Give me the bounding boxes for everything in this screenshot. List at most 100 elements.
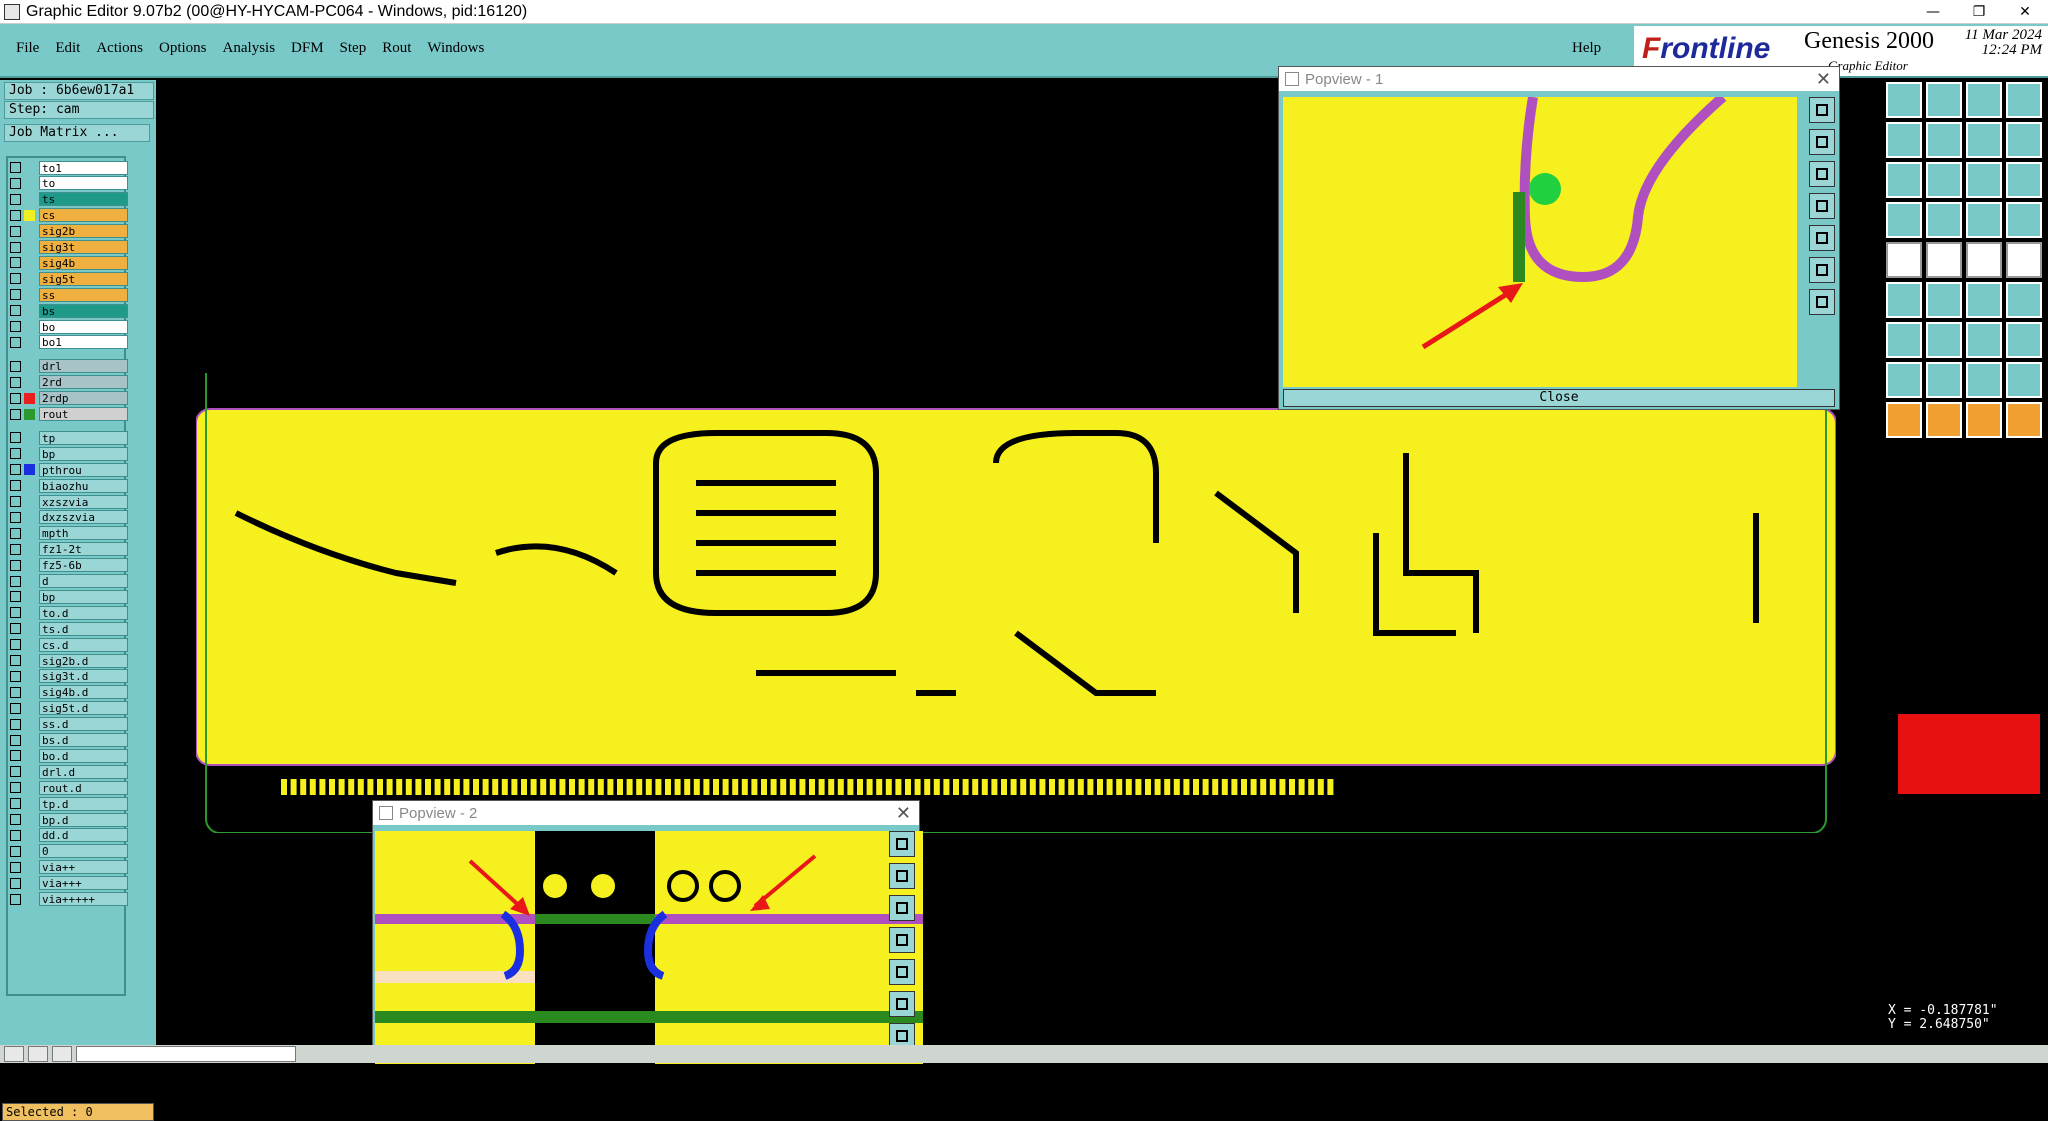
popview-tool-button[interactable] [889,831,915,857]
tool-button[interactable] [1966,282,2002,318]
popview-1-view[interactable] [1283,97,1797,387]
tool-button[interactable] [1926,162,1962,198]
popview-tool-button[interactable] [889,927,915,953]
tool-button[interactable] [2006,202,2042,238]
layer-checkbox[interactable] [10,798,21,810]
tool-button[interactable] [2006,322,2042,358]
layer-row[interactable]: 2rdp [10,391,128,406]
layer-row[interactable]: sig5t.d [10,701,128,716]
layer-checkbox[interactable] [10,750,21,762]
layer-row[interactable]: 2rd [10,375,128,390]
layer-checkbox[interactable] [10,766,21,778]
popview-2-close-icon[interactable]: ✕ [896,803,911,824]
tool-button[interactable] [1966,322,2002,358]
layer-checkbox[interactable] [10,305,21,317]
tool-button[interactable] [1966,402,2002,438]
tool-button[interactable] [1886,362,1922,398]
layer-row[interactable]: bs.d [10,733,128,748]
layer-row[interactable]: pthrou [10,462,128,477]
layer-row[interactable]: drl.d [10,764,128,779]
layer-row[interactable]: sig2b [10,224,128,239]
tool-button[interactable] [1966,82,2002,118]
layer-checkbox[interactable] [10,257,21,269]
bottom-button[interactable] [52,1046,72,1062]
layer-row[interactable]: tp [10,430,128,445]
layer-checkbox[interactable] [10,432,21,444]
tool-button[interactable] [1926,282,1962,318]
tool-button[interactable] [1886,162,1922,198]
popview-tool-button[interactable] [1809,161,1835,187]
graphic-canvas[interactable]: Popview - 1 ✕ Close Popview - 2 ✕ [156,66,1884,1064]
layer-row[interactable]: rout [10,407,128,422]
layer-row[interactable]: to [10,176,128,191]
tool-button[interactable] [2006,362,2042,398]
tool-button[interactable] [1926,402,1962,438]
layer-checkbox[interactable] [10,273,21,285]
layer-checkbox[interactable] [10,289,21,301]
layer-row[interactable]: to1 [10,160,128,175]
layer-row[interactable]: bp.d [10,812,128,827]
layer-checkbox[interactable] [10,496,21,507]
tool-button[interactable] [1886,82,1922,118]
layer-checkbox[interactable] [10,392,21,404]
tool-button[interactable] [2006,82,2042,118]
layer-checkbox[interactable] [10,559,21,571]
layer-checkbox[interactable] [10,877,21,889]
layer-row[interactable]: ts [10,192,128,207]
popview-2-view[interactable] [375,831,923,1064]
tool-button[interactable] [1966,162,2002,198]
layer-row[interactable]: sig3t [10,240,128,255]
layer-row[interactable]: to.d [10,605,128,620]
tool-button[interactable] [2006,282,2042,318]
command-input[interactable] [76,1046,296,1062]
tool-button[interactable] [2006,242,2042,278]
layer-row[interactable]: cs [10,208,128,223]
tool-button[interactable] [1886,202,1922,238]
layer-row[interactable]: mpth [10,526,128,541]
menu-file[interactable]: File [8,40,47,57]
layer-row[interactable]: bp [10,446,128,461]
layer-checkbox[interactable] [10,702,21,714]
tool-button[interactable] [2006,162,2042,198]
layer-row[interactable]: via+++ [10,876,128,891]
tool-button[interactable] [1886,402,1922,438]
tool-button[interactable] [1926,82,1962,118]
layer-row[interactable]: via+++++ [10,892,128,907]
layer-row[interactable]: bs [10,303,128,318]
menu-options[interactable]: Options [151,40,215,57]
menu-help[interactable]: Help [1572,40,1601,57]
popview-tool-button[interactable] [1809,97,1835,123]
layer-row[interactable]: sig2b.d [10,653,128,668]
layer-row[interactable]: xzszvia [10,494,128,509]
layer-row[interactable]: rout.d [10,780,128,795]
tool-button[interactable] [1966,202,2002,238]
layer-checkbox[interactable] [10,782,21,794]
layer-checkbox[interactable] [10,623,21,635]
menu-analysis[interactable]: Analysis [215,40,284,57]
popview-tool-button[interactable] [1809,289,1835,315]
tool-button[interactable] [1926,242,1962,278]
popview-tool-button[interactable] [889,895,915,921]
popview-tool-button[interactable] [889,959,915,985]
maximize-button[interactable]: ❐ [1956,0,2002,24]
layer-row[interactable]: sig3t.d [10,669,128,684]
menu-edit[interactable]: Edit [47,40,88,57]
layer-checkbox[interactable] [10,893,21,905]
layer-row[interactable]: tp.d [10,796,128,811]
layer-row[interactable]: via++ [10,860,128,875]
popview-tool-button[interactable] [1809,193,1835,219]
layer-row[interactable]: bo.d [10,748,128,763]
layer-row[interactable]: cs.d [10,637,128,652]
minimize-button[interactable]: — [1910,0,1956,24]
tool-button[interactable] [1926,322,1962,358]
tool-button[interactable] [1886,242,1922,278]
popview-tool-button[interactable] [889,991,915,1017]
layer-checkbox[interactable] [10,686,21,698]
tool-button[interactable] [1886,122,1922,158]
layer-checkbox[interactable] [10,655,21,666]
tool-button[interactable] [2006,402,2042,438]
menu-step[interactable]: Step [332,40,375,57]
layer-checkbox[interactable] [10,241,21,253]
tool-button[interactable] [1926,202,1962,238]
layer-checkbox[interactable] [10,734,21,746]
